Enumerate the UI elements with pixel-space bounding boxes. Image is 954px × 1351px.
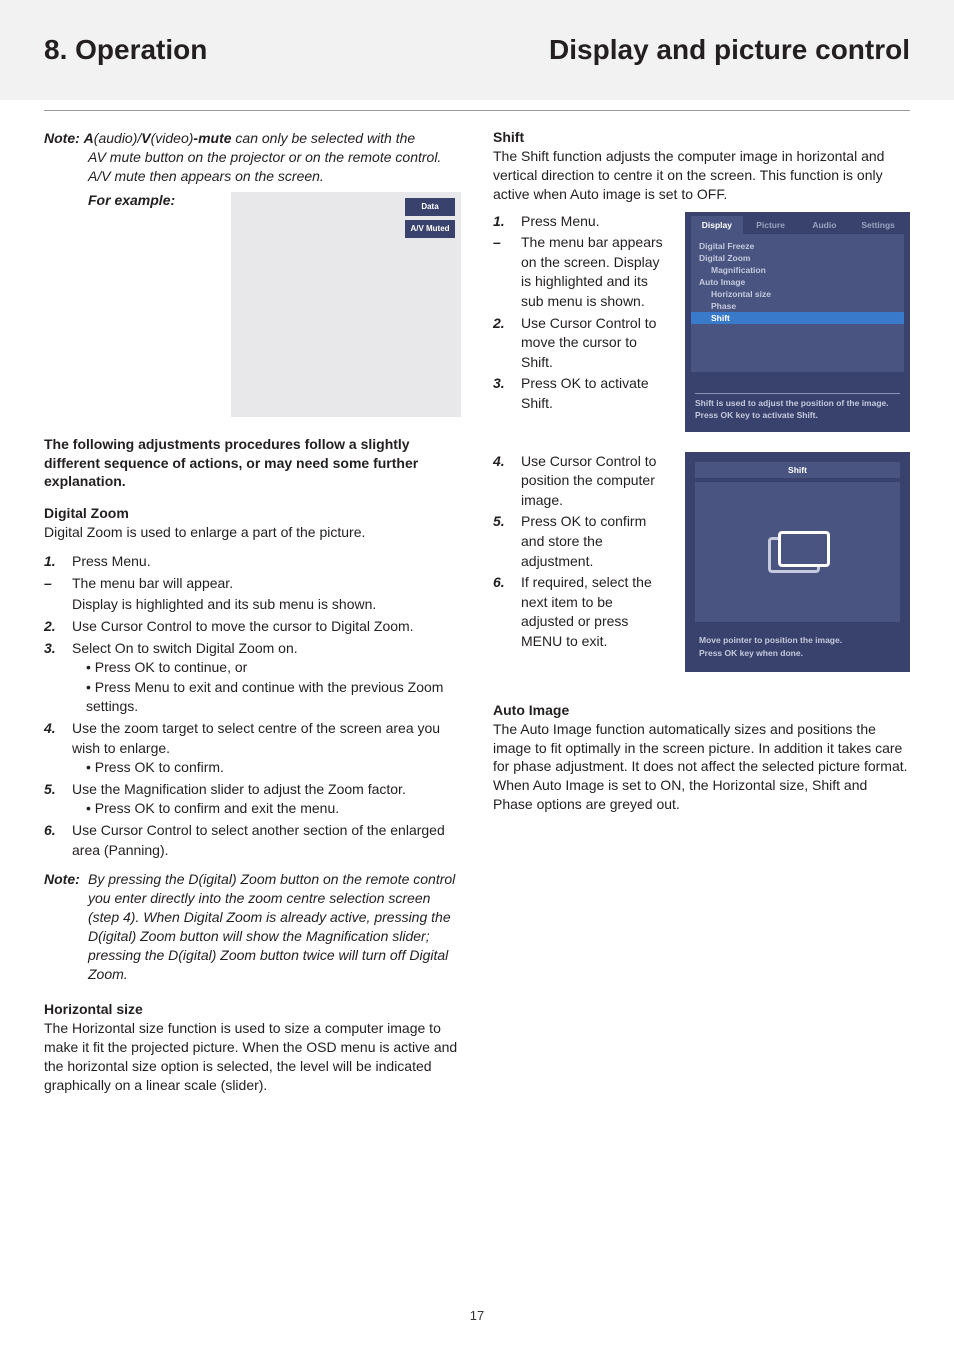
osd-menu-body: Digital Freeze Digital Zoom Magnificatio… (691, 234, 904, 372)
shift-step5: Press OK to confirm and store the adjust… (521, 512, 667, 571)
note-mute: -mute (193, 130, 231, 146)
page-number: 17 (0, 1308, 954, 1323)
shift-step3: Press OK to activate Shift. (521, 374, 667, 413)
note-line1-rest: can only be selected with the (232, 130, 416, 146)
digital-zoom-note: Note: By pressing the D(igital) Zoom but… (44, 870, 461, 983)
note-line2: AV mute button on the projector or on th… (44, 148, 461, 167)
shift-screen-title: Shift (695, 462, 900, 478)
dz-step3-b2: Press Menu to exit and continue with the… (72, 678, 461, 717)
osd-tab-picture: Picture (745, 216, 797, 234)
shift-footer-line1: Move pointer to position the image. (699, 635, 842, 645)
dz-step1-dash-a: The menu bar will appear. (72, 574, 461, 594)
auto-image-intro: The Auto Image function automatically si… (493, 720, 910, 814)
osd-tab-audio: Audio (799, 216, 851, 234)
subsection-intro: The following adjustments procedures fol… (44, 435, 461, 492)
av-mute-example-screen: Data A/V Muted (231, 192, 461, 417)
shift-steps-4-6: 4.Use Cursor Control to position the com… (493, 452, 667, 654)
shift-step1: Press Menu. (521, 212, 667, 232)
example-avmuted-indicator: A/V Muted (405, 220, 455, 238)
horizontal-size-intro: The Horizontal size function is used to … (44, 1019, 461, 1095)
dz-step2: Use Cursor Control to move the cursor to… (72, 617, 461, 637)
note-line3: A/V mute then appears on the screen. (44, 167, 461, 186)
digital-zoom-steps: 1. Press Menu. –The menu bar will appear… (44, 552, 461, 860)
shift-step6: If required, select the next item to be … (521, 573, 667, 651)
shift-step2: Use Cursor Control to move the cursor to… (521, 314, 667, 373)
note-mid1: (audio)/ (94, 130, 141, 146)
example-data-indicator: Data (405, 198, 455, 216)
header-section-number: 8. Operation (44, 34, 207, 66)
horizontal-size-title: Horizontal size (44, 1001, 461, 1017)
osd-tab-display: Display (691, 216, 743, 234)
osd-item-horizontal-size: Horizontal size (691, 288, 904, 300)
shift-steps-1-3: 1.Press Menu. –The menu bar appears on t… (493, 212, 667, 416)
digital-zoom-intro: Digital Zoom is used to enlarge a part o… (44, 523, 461, 542)
right-column: Shift The Shift function adjusts the com… (493, 129, 910, 1095)
osd-tabs: Display Picture Audio Settings (685, 212, 910, 234)
dz-step5: Use the Magnification slider to adjust t… (72, 781, 406, 797)
osd-item-magnification: Magnification (691, 264, 904, 276)
dz-note-body: By pressing the D(igital) Zoom button on… (88, 870, 461, 983)
auto-image-title: Auto Image (493, 702, 910, 718)
dz-step6: Use Cursor Control to select another sec… (72, 821, 461, 860)
osd-item-digital-zoom: Digital Zoom (691, 252, 904, 264)
shift-footer-line2: Press OK key when done. (699, 648, 803, 658)
osd-item-auto-image: Auto Image (691, 276, 904, 288)
osd-item-digital-freeze: Digital Freeze (691, 240, 904, 252)
osd-footer-line1: Shift is used to adjust the position of … (695, 398, 900, 410)
dz-step4: Use the zoom target to select centre of … (72, 720, 440, 756)
digital-zoom-title: Digital Zoom (44, 505, 461, 521)
page-header: 8. Operation Display and picture control (0, 0, 954, 100)
shift-screenshot: Shift Move pointer to position the image… (685, 452, 910, 672)
left-column: Note: A(audio)/V(video)-mute can only be… (44, 129, 461, 1095)
osd-footer: Shift is used to adjust the position of … (695, 393, 900, 422)
dz-step3: Select On to switch Digital Zoom on. (72, 640, 298, 656)
shift-screen-body (695, 482, 900, 622)
note-mid2: (video) (151, 130, 194, 146)
osd-item-shift-highlighted: Shift (691, 312, 904, 324)
shift-step1-dash: The menu bar appears on the screen. Disp… (521, 233, 667, 311)
osd-item-phase: Phase (691, 300, 904, 312)
shift-rect-icon (768, 531, 828, 573)
osd-tab-settings: Settings (852, 216, 904, 234)
note-v: V (141, 130, 150, 146)
note-label: Note: (44, 130, 80, 146)
example-row: For example: Data A/V Muted (44, 192, 461, 417)
dz-step3-b1: Press OK to continue, or (72, 658, 461, 678)
content-area: Note: A(audio)/V(video)-mute can only be… (0, 100, 954, 1095)
header-section-title: Display and picture control (549, 34, 910, 66)
osd-menu-screenshot: Display Picture Audio Settings Digital F… (685, 212, 910, 432)
shift-intro: The Shift function adjusts the computer … (493, 147, 910, 204)
dz-step4-b1: Press OK to confirm. (72, 758, 461, 778)
shift-screen-footer: Move pointer to position the image. Pres… (699, 634, 896, 660)
note-a: A (84, 130, 94, 146)
shift-title: Shift (493, 129, 910, 145)
dz-step1: Press Menu. (72, 553, 151, 569)
av-mute-note: Note: A(audio)/V(video)-mute can only be… (44, 129, 461, 186)
top-rule (44, 110, 910, 111)
dz-step1-dash-b: Display is highlighted and its sub menu … (72, 595, 461, 615)
dz-note-label: Note: (44, 870, 88, 983)
dz-step5-b1: Press OK to confirm and exit the menu. (72, 799, 461, 819)
osd-footer-line2: Press OK key to activate Shift. (695, 410, 900, 422)
for-example-label: For example: (44, 192, 175, 208)
shift-step4: Use Cursor Control to position the compu… (521, 452, 667, 511)
